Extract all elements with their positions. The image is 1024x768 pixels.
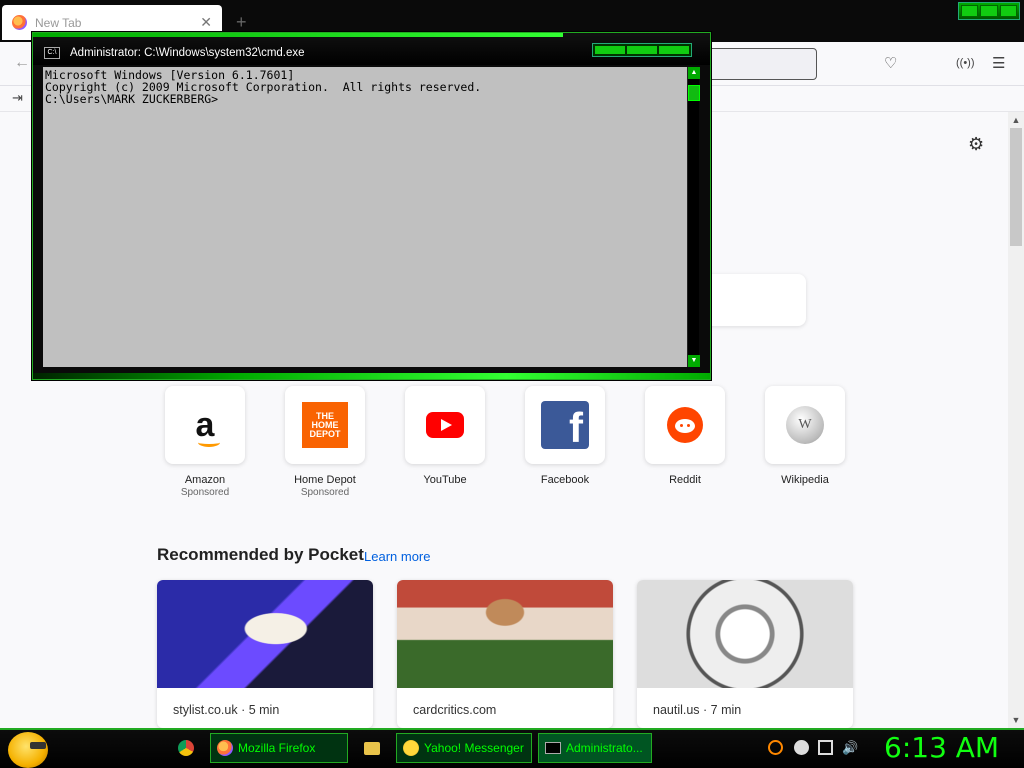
scroll-up-arrow[interactable]: ▲ xyxy=(1008,112,1024,128)
taskbar-chrome[interactable] xyxy=(172,733,205,763)
cmd-icon: C:\ xyxy=(44,47,60,59)
cmd-window-title: Administrator: C:\Windows\system32\cmd.e… xyxy=(70,47,305,59)
facebook-logo-icon: f xyxy=(541,401,589,449)
cmd-bottom-border xyxy=(33,373,710,379)
pocket-learn-more-link[interactable]: Learn more xyxy=(364,549,430,564)
card-image xyxy=(397,580,613,688)
extensions-icon[interactable]: ((•)) xyxy=(956,57,975,69)
card-image xyxy=(637,580,853,688)
card-source: nautil.us · 7 min xyxy=(653,703,742,717)
pocket-card[interactable]: nautil.us · 7 min xyxy=(637,580,853,728)
taskbar-item-label: Yahoo! Messenger xyxy=(424,741,524,755)
top-site-amazon[interactable]: a Amazon Sponsored xyxy=(164,386,246,498)
volume-icon[interactable]: 🔊 xyxy=(842,740,858,755)
sponsored-label: Sponsored xyxy=(300,487,350,498)
amazon-tile[interactable]: a xyxy=(165,386,245,464)
pocket-card[interactable]: stylist.co.uk · 5 min xyxy=(157,580,373,728)
card-image xyxy=(157,580,373,688)
firefox-icon xyxy=(12,15,27,30)
network-tray-icon[interactable] xyxy=(794,740,809,755)
card-source: stylist.co.uk · 5 min xyxy=(173,703,280,717)
taskbar-cmd[interactable]: Administrato... xyxy=(538,733,652,763)
youtube-logo-icon xyxy=(426,412,464,438)
top-site-label: Wikipedia xyxy=(781,474,829,486)
back-button[interactable]: ← xyxy=(14,54,30,72)
pocket-icon[interactable]: ♡ xyxy=(884,54,897,72)
reddit-tile[interactable] xyxy=(645,386,725,464)
taskbar-explorer[interactable] xyxy=(358,733,391,763)
search-tray-icon[interactable] xyxy=(768,740,783,755)
scroll-down-arrow[interactable]: ▼ xyxy=(1008,712,1024,728)
new-tab-button[interactable]: + xyxy=(236,12,247,33)
url-bar[interactable] xyxy=(702,48,817,80)
wikipedia-tile[interactable]: W xyxy=(765,386,845,464)
taskbar-firefox[interactable]: Mozilla Firefox xyxy=(210,733,348,763)
start-button[interactable] xyxy=(8,732,48,768)
facebook-tile[interactable]: f xyxy=(525,386,605,464)
top-site-label: Reddit xyxy=(669,474,701,486)
menu-icon[interactable]: ☰ xyxy=(992,54,1005,72)
search-box[interactable] xyxy=(700,274,806,326)
top-site-label: Home Depot xyxy=(294,474,356,486)
folder-icon xyxy=(364,741,380,755)
cmd-icon xyxy=(545,742,561,754)
console-prompt: C:\Users\MARK ZUCKERBERG> xyxy=(45,92,219,106)
cmd-console-output[interactable]: Microsoft Windows [Version 6.1.7601] Copy… xyxy=(43,67,687,367)
cmd-scroll-down[interactable]: ▼ xyxy=(688,355,700,367)
top-site-label: Facebook xyxy=(540,474,590,486)
top-site-home-depot[interactable]: THE HOME DEPOT Home Depot Sponsored xyxy=(284,386,366,498)
top-site-label: Amazon xyxy=(184,474,226,486)
pocket-card[interactable]: cardcritics.com xyxy=(397,580,613,728)
chrome-icon xyxy=(178,740,194,756)
pocket-section-title: Recommended by Pocket xyxy=(157,545,364,564)
card-source: cardcritics.com xyxy=(413,703,497,717)
display-tray-icon[interactable] xyxy=(818,740,833,755)
close-tab-icon[interactable]: ✕ xyxy=(200,14,212,31)
reddit-logo-icon xyxy=(667,407,703,443)
top-site-youtube[interactable]: YouTube xyxy=(404,386,486,486)
home-depot-tile[interactable]: THE HOME DEPOT xyxy=(285,386,365,464)
tab-title: New Tab xyxy=(35,15,82,30)
cmd-scroll-up[interactable]: ▲ xyxy=(688,67,700,79)
wikipedia-logo-icon: W xyxy=(786,406,824,444)
yahoo-messenger-icon xyxy=(403,740,419,756)
home-depot-logo-icon: THE HOME DEPOT xyxy=(302,402,348,448)
top-site-wikipedia[interactable]: W Wikipedia xyxy=(764,386,846,486)
sign-in-icon[interactable]: ⇥ xyxy=(12,90,23,106)
amazon-logo-icon: a xyxy=(195,405,220,447)
top-site-facebook[interactable]: f Facebook xyxy=(524,386,606,486)
sponsored-label: Sponsored xyxy=(180,487,230,498)
scroll-thumb[interactable] xyxy=(1010,128,1022,246)
taskbar-yahoo-messenger[interactable]: Yahoo! Messenger xyxy=(396,733,532,763)
taskbar-item-label: Mozilla Firefox xyxy=(238,741,316,755)
taskbar-item-label: Administrato... xyxy=(566,741,643,755)
cmd-titlebar[interactable]: C:\ Administrator: C:\Windows\system32\c… xyxy=(33,33,710,65)
cmd-window[interactable]: C:\ Administrator: C:\Windows\system32\c… xyxy=(32,32,711,380)
top-site-label: YouTube xyxy=(423,474,467,486)
firefox-icon xyxy=(217,740,233,756)
window-controls[interactable] xyxy=(958,2,1020,20)
taskbar-clock[interactable]: 6:13 AM xyxy=(884,731,999,764)
cmd-window-controls[interactable] xyxy=(592,43,692,57)
cmd-scrollbar[interactable]: ▲ ▼ xyxy=(687,67,700,367)
cmd-scroll-thumb[interactable] xyxy=(688,85,700,101)
titlebar-accent xyxy=(33,33,563,37)
youtube-tile[interactable] xyxy=(405,386,485,464)
settings-gear-icon[interactable]: ⚙ xyxy=(968,134,984,155)
top-site-reddit[interactable]: Reddit xyxy=(644,386,726,486)
